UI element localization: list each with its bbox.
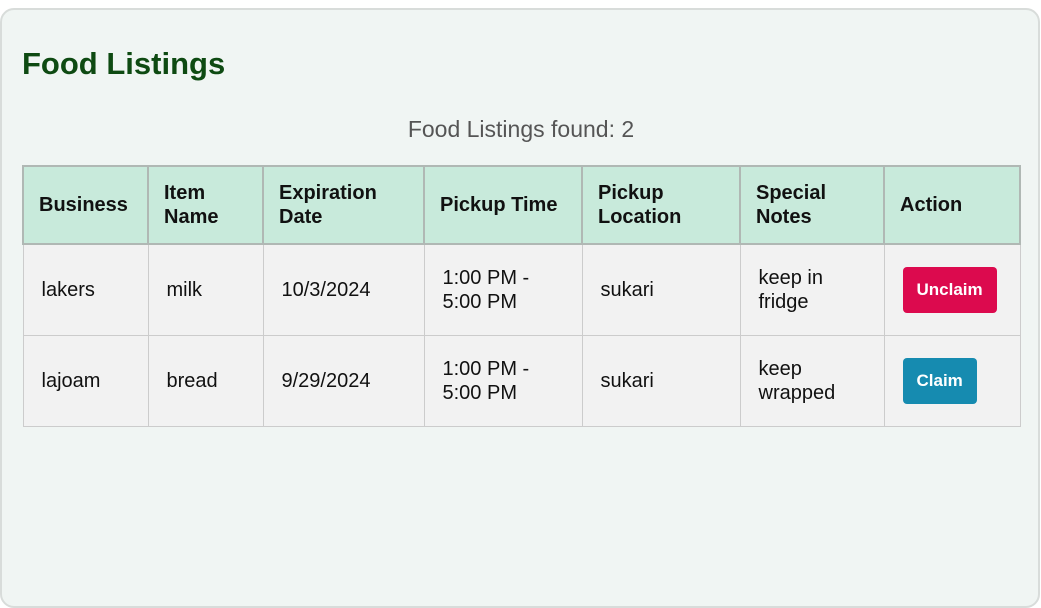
cell-special-notes: keep in fridge <box>739 243 885 336</box>
cell-business: lajoam <box>22 334 149 427</box>
cell-pickup-location: sukari <box>581 243 741 336</box>
cell-special-notes: keep wrapped <box>739 334 885 427</box>
food-listings-table: Business Item Name Expiration Date Picku… <box>22 165 1021 427</box>
cell-expiration-date: 9/29/2024 <box>262 334 425 427</box>
table-row: lajoam bread 9/29/2024 1:00 PM - 5:00 PM… <box>22 334 1021 427</box>
column-header-expiration-date: Expiration Date <box>262 165 425 245</box>
unclaim-button[interactable]: Unclaim <box>902 266 997 313</box>
column-header-business: Business <box>22 165 149 245</box>
listings-count: Food Listings found: 2 <box>407 116 635 142</box>
cell-pickup-time: 1:00 PM - 5:00 PM <box>423 243 583 336</box>
cell-action: Unclaim <box>883 243 1021 336</box>
table-header-row: Business Item Name Expiration Date Picku… <box>22 165 1021 245</box>
cell-business: lakers <box>22 243 149 336</box>
cell-item-name: bread <box>147 334 264 427</box>
claim-button[interactable]: Claim <box>902 357 977 404</box>
column-header-item-name: Item Name <box>147 165 264 245</box>
table-row: lakers milk 10/3/2024 1:00 PM - 5:00 PM … <box>22 243 1021 336</box>
column-header-pickup-time: Pickup Time <box>423 165 583 245</box>
cell-item-name: milk <box>147 243 264 336</box>
page-title: Food Listings <box>22 46 226 81</box>
cell-expiration-date: 10/3/2024 <box>262 243 425 336</box>
cell-pickup-location: sukari <box>581 334 741 427</box>
column-header-special-notes: Special Notes <box>739 165 885 245</box>
column-header-action: Action <box>883 165 1021 245</box>
food-listings-panel: Food Listings Food Listings found: 2 Bus… <box>0 8 1040 608</box>
cell-action: Claim <box>883 334 1021 427</box>
cell-pickup-time: 1:00 PM - 5:00 PM <box>423 334 583 427</box>
column-header-pickup-location: Pickup Location <box>581 165 741 245</box>
